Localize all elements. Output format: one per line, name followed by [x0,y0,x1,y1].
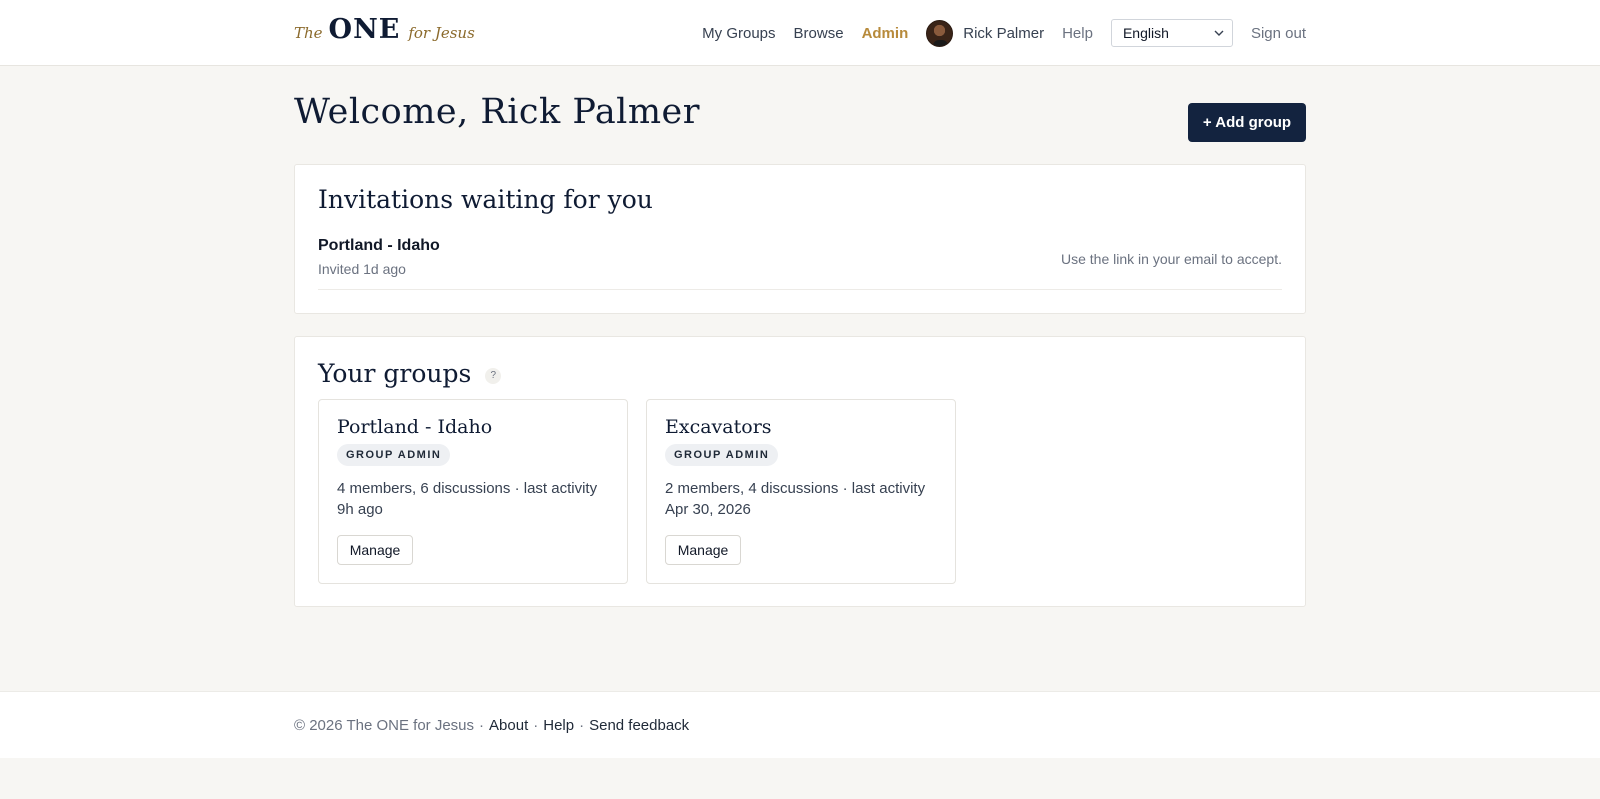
invitations-title: Invitations waiting for you [318,185,653,214]
logo-the: The [294,24,323,42]
add-group-button[interactable]: + Add group [1188,103,1306,142]
footer-separator: · [579,717,585,734]
page-title: Welcome, Rick Palmer [294,92,701,132]
invitations-panel: Invitations waiting for you Portland - I… [294,164,1306,314]
role-badge: GROUP ADMIN [337,444,451,466]
manage-button[interactable]: Manage [665,535,741,565]
help-icon[interactable]: ? [485,367,502,384]
footer-about-link[interactable]: About [489,717,528,734]
group-card: Excavators GROUP ADMIN 2 members, 4 disc… [646,399,956,584]
groups-panel: Your groups ? Portland - Idaho GROUP ADM… [294,336,1306,607]
language-selected-value: English [1122,25,1169,41]
chevron-down-icon [1214,30,1224,36]
groups-header: Your groups ? [318,359,502,388]
top-nav-bar: The ONE for Jesus My Groups Browse Admin… [0,0,1600,66]
site-logo[interactable]: The ONE for Jesus [294,14,475,50]
group-stats: 2 members, 4 discussions · last activity… [665,480,926,518]
avatar [926,19,954,47]
footer-links: © 2026 The ONE for Jesus · About · Help … [294,717,689,734]
footer: © 2026 The ONE for Jesus · About · Help … [0,691,1600,758]
user-name: Rick Palmer [963,24,1045,42]
nav-my-groups[interactable]: My Groups [702,25,775,42]
logo-one: ONE [328,14,401,45]
groups-title: Your groups [318,359,472,388]
manage-button[interactable]: Manage [337,535,413,565]
nav-help[interactable]: Help [1062,25,1093,42]
language-select[interactable]: English [1110,19,1233,47]
invitation-item: Portland - Idaho Invited 1d ago Use the … [318,237,1282,290]
footer-copyright: © 2026 The ONE for Jesus [294,717,475,734]
footer-help-link[interactable]: Help [543,717,574,734]
group-name[interactable]: Portland - Idaho [337,416,609,438]
group-card: Portland - Idaho GROUP ADMIN 4 members, … [318,399,628,584]
main-nav: My Groups Browse Admin Rick Palmer Help … [702,17,1306,49]
role-badge: GROUP ADMIN [665,444,779,466]
logo-for-jesus: for Jesus [408,24,475,42]
nav-browse[interactable]: Browse [794,25,844,42]
invitation-hint: Use the link in your email to accept. [1061,251,1282,267]
footer-feedback-link[interactable]: Send feedback [589,717,689,734]
user-menu[interactable]: Rick Palmer [926,19,1045,47]
sign-out-link[interactable]: Sign out [1251,25,1306,42]
footer-separator: · [533,717,539,734]
footer-separator: · [479,717,485,734]
group-stats: 4 members, 6 discussions · last activity… [337,480,598,518]
nav-admin[interactable]: Admin [862,25,909,42]
group-name[interactable]: Excavators [665,416,937,438]
